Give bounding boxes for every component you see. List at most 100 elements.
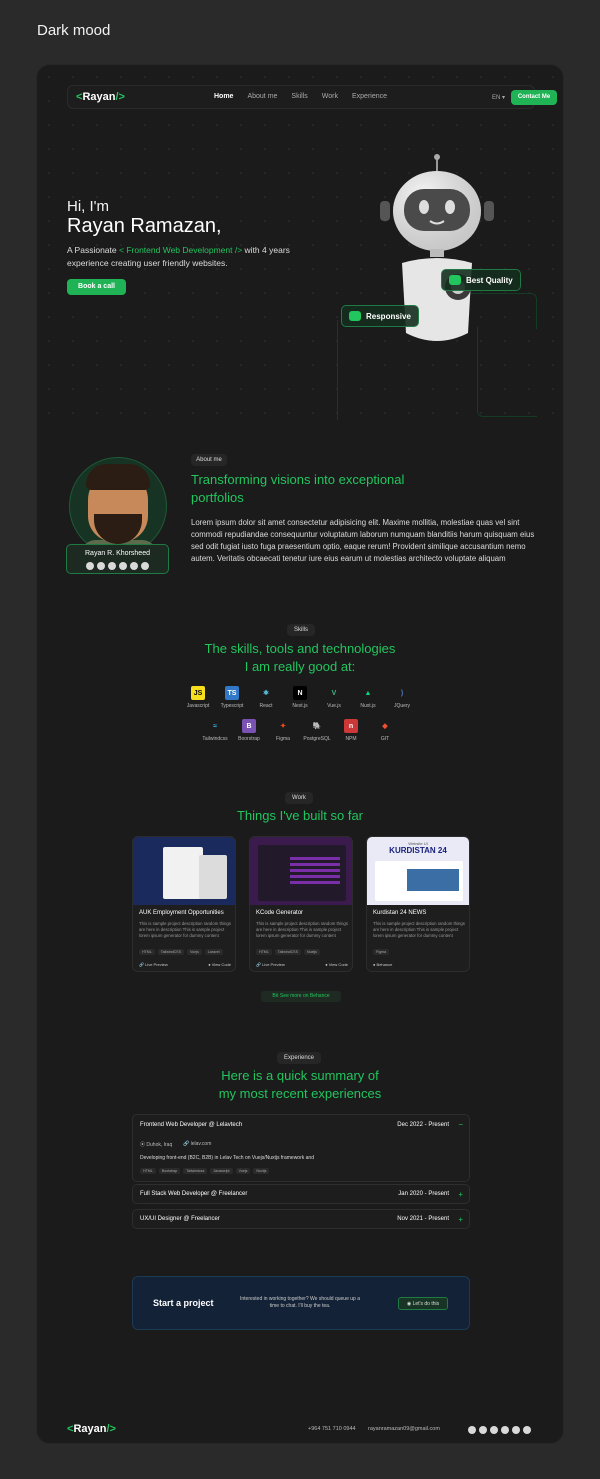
- nav-link-work[interactable]: Work: [322, 93, 338, 100]
- skills-row-2: ≈ Tailwindcss B Boorstrap ✦ Figma 🐘 PostgreSQL n…: [37, 719, 563, 742]
- skill-item: ◆ GIT: [372, 719, 398, 742]
- tag: HTML: [140, 1168, 156, 1174]
- nav-logo[interactable]: <Rayan/>: [76, 91, 125, 103]
- expand-toggle-icon[interactable]: +: [458, 1191, 463, 1199]
- experience-title-line1: Here is a quick summary of: [221, 1068, 379, 1083]
- skill-label: JQuery: [393, 703, 411, 709]
- nav-link-skills[interactable]: Skills: [291, 93, 307, 100]
- lets-do-this-button[interactable]: ◉ Let's do this: [398, 1297, 448, 1310]
- skill-label: Typescript: [220, 703, 244, 709]
- skill-label: Javascript: [186, 703, 210, 709]
- telegram-icon[interactable]: [108, 562, 116, 570]
- tag: Tailwindcss: [183, 1168, 208, 1174]
- project-links: ● Behance: [373, 962, 465, 967]
- experience-item[interactable]: UX/UI Designer @ Freelancer Nov 2021 - P…: [132, 1209, 470, 1229]
- tag: Javascript: [210, 1168, 233, 1174]
- tag: Laravel: [204, 949, 223, 955]
- nav-link-about[interactable]: About me: [247, 93, 277, 100]
- live-preview-label: Live Preview: [262, 962, 285, 967]
- work-title: Things I've built so far: [236, 808, 364, 823]
- best-quality-label: Best Quality: [466, 275, 513, 285]
- twitter-icon[interactable]: [97, 562, 105, 570]
- experience-item[interactable]: Frontend Web Developer @ Lelavtech Dec 2…: [132, 1114, 470, 1182]
- about-pill: About me: [191, 454, 227, 466]
- monitor-icon: [349, 311, 361, 321]
- hero-greeting: Hi, I'm: [67, 198, 110, 215]
- github-icon[interactable]: [523, 1426, 531, 1434]
- javascript-icon: JS: [191, 686, 205, 700]
- behance-icon[interactable]: [512, 1426, 520, 1434]
- experience-date: Jan 2020 - Present: [398, 1191, 449, 1197]
- expand-toggle-icon[interactable]: +: [458, 1216, 463, 1224]
- experience-item[interactable]: Full Stack Web Developer @ Freelancer Ja…: [132, 1184, 470, 1204]
- telegram-icon[interactable]: [490, 1426, 498, 1434]
- twitter-icon[interactable]: [479, 1426, 487, 1434]
- contact-me-button[interactable]: Contact Me: [511, 90, 557, 105]
- nav-link-experience[interactable]: Experience: [352, 93, 387, 100]
- behance-icon: Bē: [272, 993, 280, 999]
- linkedin-icon[interactable]: [501, 1426, 509, 1434]
- profile-name: Rayan R. Khorsheed: [85, 550, 150, 557]
- skill-item: ⚛ React: [253, 686, 279, 709]
- thumbnail-form: [163, 847, 203, 899]
- nav-link-home[interactable]: Home: [214, 93, 233, 100]
- book-a-call-button[interactable]: Book a call: [67, 279, 126, 295]
- experience-description: Developing front-end (B2C, B2B) in Lelav…: [140, 1155, 314, 1161]
- react-icon: ⚛: [262, 690, 270, 697]
- tag: TailwindCSS: [157, 949, 184, 955]
- live-preview-link[interactable]: 🔗 Live Preview: [256, 962, 285, 967]
- view-code-link[interactable]: ● View Code: [325, 962, 348, 967]
- postgresql-icon: 🐘: [312, 723, 322, 730]
- footer-email[interactable]: rayanramazan09@gmail.com: [368, 1426, 440, 1432]
- nuxtjs-icon: ▲: [364, 689, 372, 697]
- project-card[interactable]: AUK Employment Opportunities This is sam…: [132, 836, 236, 972]
- project-card[interactable]: KCode Generator This is sample project d…: [249, 836, 353, 972]
- tag: Vuejs: [186, 949, 202, 955]
- project-title: Kurdistan 24 NEWS: [373, 910, 427, 916]
- thumbnail-title: KURDISTAN 24: [389, 846, 447, 855]
- instagram-icon[interactable]: [86, 562, 94, 570]
- live-preview-link[interactable]: 🔗 Live Preview: [139, 962, 168, 967]
- language-selector[interactable]: EN ▾: [492, 94, 505, 101]
- behance-link[interactable]: ● Behance: [373, 962, 392, 967]
- site-text: lelav.com: [190, 1141, 212, 1147]
- about-title: Transforming visions into exceptional po…: [191, 472, 405, 505]
- tag: Nuxtjs: [303, 949, 320, 955]
- github-icon[interactable]: [141, 562, 149, 570]
- hero-desc-highlight: < Frontend Web Development />: [119, 245, 243, 255]
- social-links: [67, 562, 168, 570]
- git-icon: ◆: [382, 723, 388, 730]
- experience-site[interactable]: 🔗 lelav.com: [183, 1141, 211, 1147]
- language-label: EN: [492, 95, 501, 101]
- tag: Nuxtjs: [253, 1168, 270, 1174]
- skill-item: 🐘 PostgreSQL: [303, 719, 331, 742]
- footer-phone[interactable]: +964 751 710 0944: [308, 1426, 356, 1432]
- boorstrap-icon: B: [242, 719, 256, 733]
- project-card[interactable]: Website UI KURDISTAN 24 Kurdistan 24 NEW…: [366, 836, 470, 972]
- linkedin-icon[interactable]: [119, 562, 127, 570]
- behance-icon[interactable]: [130, 562, 138, 570]
- footer-logo[interactable]: <Rayan/>: [67, 1423, 116, 1435]
- profile-name-card: Rayan R. Khorsheed: [66, 544, 169, 574]
- logo-text: Rayan: [82, 91, 116, 103]
- typescript-icon: TS: [225, 686, 239, 700]
- collapse-toggle-icon[interactable]: −: [458, 1121, 463, 1129]
- view-code-link[interactable]: ● View Code: [208, 962, 231, 967]
- experience-date: Dec 2022 - Present: [397, 1122, 449, 1128]
- experience-title-text: Full Stack Web Developer @ Freelancer: [140, 1191, 248, 1197]
- instagram-icon[interactable]: [468, 1426, 476, 1434]
- experience-title-text: UX/UI Designer @ Freelancer: [140, 1216, 220, 1222]
- skill-item: ≈ Tailwindcss: [202, 719, 228, 743]
- skill-label: Boorstrap: [238, 736, 260, 742]
- tag: Vuejs: [235, 1168, 251, 1174]
- lets-do-this-label: Let's do this: [412, 1301, 440, 1307]
- skill-item: TS Typescript: [219, 686, 245, 709]
- experience-tags: HTML Bootstrap Tailwindcss Javascript Vu…: [140, 1168, 270, 1174]
- smile-icon: [449, 275, 461, 285]
- hero-desc-prefix: A Passionate: [67, 245, 117, 255]
- tag: HTML: [256, 949, 272, 955]
- experience-pill: Experience: [277, 1052, 321, 1064]
- skill-label: PostgreSQL: [303, 736, 331, 742]
- see-more-behance-button[interactable]: Bē See more on Behance: [261, 991, 341, 1002]
- skill-item: V Vue.js: [321, 686, 347, 710]
